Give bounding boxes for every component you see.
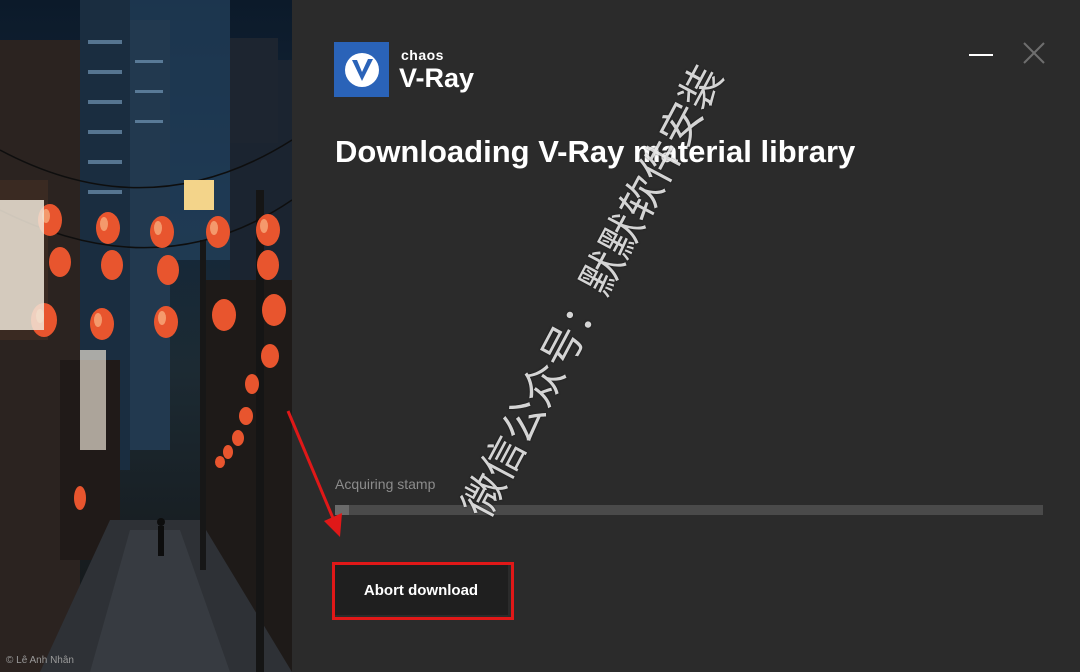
progress-status: Acquiring stamp (335, 476, 436, 492)
page-title: Downloading V-Ray material library (335, 134, 856, 169)
minimize-button[interactable] (966, 38, 996, 68)
progress-bar-fill (335, 505, 350, 515)
background-photo: © Lê Anh Nhân (0, 0, 292, 672)
vray-logo: chaos V-Ray (334, 42, 474, 97)
vray-logo-icon (334, 42, 389, 97)
close-icon (1023, 42, 1045, 64)
minimize-icon (969, 54, 993, 56)
abort-download-button[interactable]: Abort download (334, 565, 508, 615)
progress-bar (335, 505, 1043, 515)
product-name: V-Ray (399, 62, 475, 93)
main-panel: chaos V-Ray Downloading V-Ray material l… (292, 0, 1080, 672)
brand-name: chaos (401, 46, 444, 63)
street-scene-illustration (0, 0, 292, 672)
photo-credit: © Lê Anh Nhân (6, 655, 74, 666)
installer-window: © Lê Anh Nhân chaos V-Ray Downloading V-… (0, 0, 1080, 672)
close-button[interactable] (1019, 38, 1049, 68)
